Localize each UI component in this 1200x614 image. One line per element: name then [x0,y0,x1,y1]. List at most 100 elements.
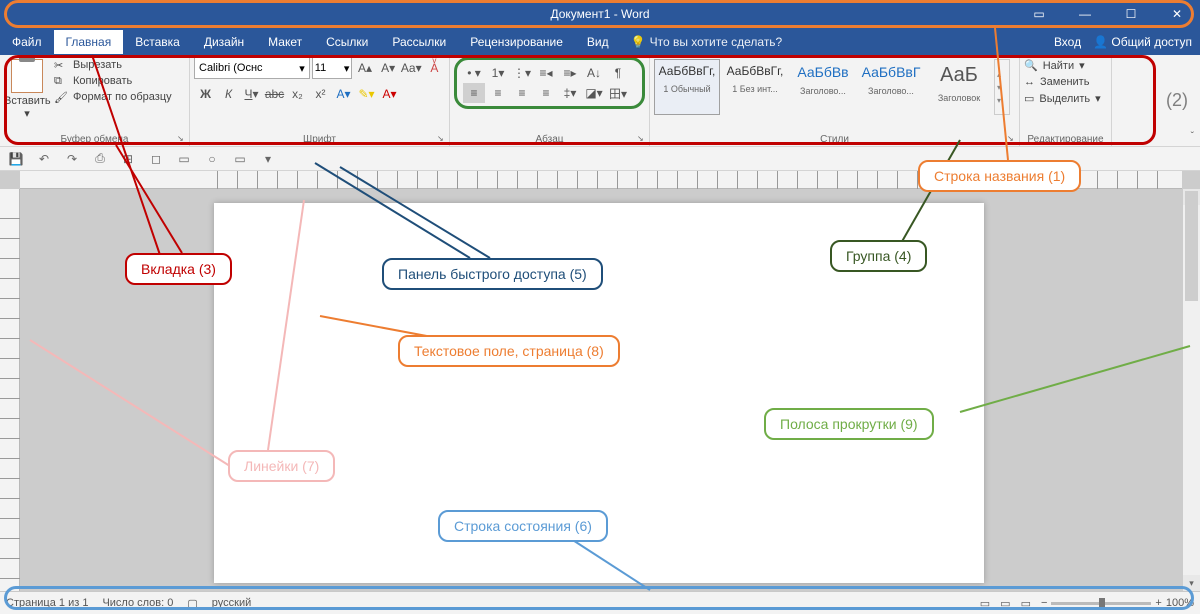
align-left-icon[interactable]: ≡ [463,83,485,103]
tab-links[interactable]: Ссылки [314,30,380,54]
undo-icon[interactable]: ↶ [34,150,54,168]
zoom-value[interactable]: 100% [1166,597,1194,609]
multilevel-icon[interactable]: ⋮▾ [511,63,533,83]
callout-titlebar: Строка названия (1) [918,160,1081,192]
callout-2: (2) [1166,90,1188,111]
zoom-slider[interactable]: −+ 100% [1041,597,1194,609]
language[interactable]: русский [212,597,251,609]
font-color-icon[interactable]: A▾ [378,83,401,105]
readmode-icon[interactable]: ▭ [980,597,990,610]
redo-icon[interactable]: ↷ [62,150,82,168]
dialog-launcher-icon[interactable]: ↘ [177,134,187,144]
proofing-icon[interactable]: ▢ [187,597,197,610]
tab-review[interactable]: Рецензирование [458,30,575,54]
qat-btn[interactable]: ▭ [174,150,194,168]
text-effects-icon[interactable]: A▾ [332,83,355,105]
show-marks-icon[interactable]: ¶ [607,63,629,83]
ribbon-display-icon[interactable]: ▭ [1016,0,1062,28]
share-button[interactable]: 👤 Общий доступ [1093,35,1192,49]
underline-button[interactable]: Ч▾ [240,83,263,105]
style-heading1[interactable]: АаБбВвЗаголово... [790,59,856,115]
printlayout-icon[interactable]: ▭ [1000,597,1010,610]
vertical-scrollbar[interactable]: ▴ ▾ [1182,189,1200,591]
qat-more-icon[interactable]: ▾ [258,150,278,168]
font-size-select[interactable]: 11▾ [312,57,353,79]
copy-button[interactable]: ⧉Копировать [54,73,172,89]
minimize-icon[interactable]: — [1062,0,1108,28]
vertical-ruler[interactable] [0,189,20,591]
word-count[interactable]: Число слов: 0 [102,597,173,609]
group-label: Буфер обмена [0,134,189,145]
italic-button[interactable]: К [217,83,240,105]
scroll-thumb[interactable] [1185,191,1198,301]
tab-layout[interactable]: Макет [256,30,314,54]
collapse-ribbon-icon[interactable]: ˇ [1191,131,1194,142]
align-center-icon[interactable]: ≡ [487,83,509,103]
qat-btn[interactable]: ⎙ [90,150,110,168]
bullets-icon[interactable]: • ▾ [463,63,485,83]
indent-icon[interactable]: ≡▸ [559,63,581,83]
qat-btn[interactable]: ◻ [146,150,166,168]
decrease-font-icon[interactable]: A▾ [378,57,399,79]
tab-mailings[interactable]: Рассылки [380,30,458,54]
font-name-select[interactable]: Calibri (Оснс▾ [194,57,310,79]
save-icon[interactable]: 💾 [6,150,26,168]
shading-icon[interactable]: ◪▾ [583,83,605,103]
scroll-down-icon[interactable]: ▾ [1183,575,1200,591]
paste-button[interactable]: Вставить ▾ [4,57,50,120]
sign-in[interactable]: Вход [1054,35,1081,49]
callout-rulers: Линейки (7) [228,450,335,482]
qat-btn[interactable]: ○ [202,150,222,168]
callout-page: Текстовое поле, страница (8) [398,335,620,367]
close-icon[interactable]: ✕ [1154,0,1200,28]
justify-icon[interactable]: ≡ [535,83,557,103]
group-paragraph: • ▾ 1▾ ⋮▾ ≡◂ ≡▸ A↓ ¶ ≡ ≡ ≡ ≡ ‡▾ ◪▾ 田▾ Аб… [450,55,650,146]
find-button[interactable]: 🔍 Найти ▾ [1024,57,1107,74]
brush-icon: 🖌 [54,91,68,103]
outdent-icon[interactable]: ≡◂ [535,63,557,83]
highlight-icon[interactable]: ✎▾ [355,83,378,105]
dialog-launcher-icon[interactable]: ↘ [1007,134,1017,144]
format-painter-button[interactable]: 🖌Формат по образцу [54,89,172,105]
scissors-icon: ✂ [54,59,68,71]
title-bar: Документ1 - Word ▭ — ☐ ✕ [0,0,1200,28]
paste-icon [11,59,43,93]
change-case-icon[interactable]: Aa▾ [401,57,422,79]
window-title: Документ1 - Word [550,7,649,21]
page-number[interactable]: Страница 1 из 1 [6,597,88,609]
tab-design[interactable]: Дизайн [192,30,256,54]
styles-more[interactable]: ▴▾▾ [994,59,1010,115]
tab-file[interactable]: Файл [0,30,54,54]
style-nospacing[interactable]: АаБбВвГг,1 Без инт... [722,59,788,115]
tab-view[interactable]: Вид [575,30,621,54]
tell-me[interactable]: 💡 Что вы хотите сделать? [631,35,783,49]
cut-button[interactable]: ✂Вырезать [54,57,172,73]
clear-format-icon[interactable]: Aͮ [424,57,445,79]
maximize-icon[interactable]: ☐ [1108,0,1154,28]
style-normal[interactable]: АаБбВвГг,1 Обычный [654,59,720,115]
group-font: Calibri (Оснс▾ 11▾ A▴ A▾ Aa▾ Aͮ Ж К Ч▾ a… [190,55,450,146]
numbering-icon[interactable]: 1▾ [487,63,509,83]
subscript-button[interactable]: x₂ [286,83,309,105]
dialog-launcher-icon[interactable]: ↘ [637,134,647,144]
callout-scroll: Полоса прокрутки (9) [764,408,934,440]
tab-home[interactable]: Главная [54,30,124,54]
bold-button[interactable]: Ж [194,83,217,105]
replace-button[interactable]: ↔ Заменить [1024,74,1107,90]
qat-btn[interactable]: ▭ [230,150,250,168]
tab-insert[interactable]: Вставка [123,30,192,54]
superscript-button[interactable]: x² [309,83,332,105]
weblayout-icon[interactable]: ▭ [1021,597,1031,610]
align-right-icon[interactable]: ≡ [511,83,533,103]
select-button[interactable]: ▭ Выделить ▾ [1024,90,1107,107]
borders-icon[interactable]: 田▾ [607,83,629,103]
callout-status: Строка состояния (6) [438,510,608,542]
dialog-launcher-icon[interactable]: ↘ [437,134,447,144]
increase-font-icon[interactable]: A▴ [354,57,375,79]
qat-btn[interactable]: ⊞ [118,150,138,168]
style-title[interactable]: АаБЗаголовок [926,59,992,115]
strike-button[interactable]: abc [263,83,286,105]
style-heading2[interactable]: АаБбВвГЗаголово... [858,59,924,115]
sort-icon[interactable]: A↓ [583,63,605,83]
line-spacing-icon[interactable]: ‡▾ [559,83,581,103]
